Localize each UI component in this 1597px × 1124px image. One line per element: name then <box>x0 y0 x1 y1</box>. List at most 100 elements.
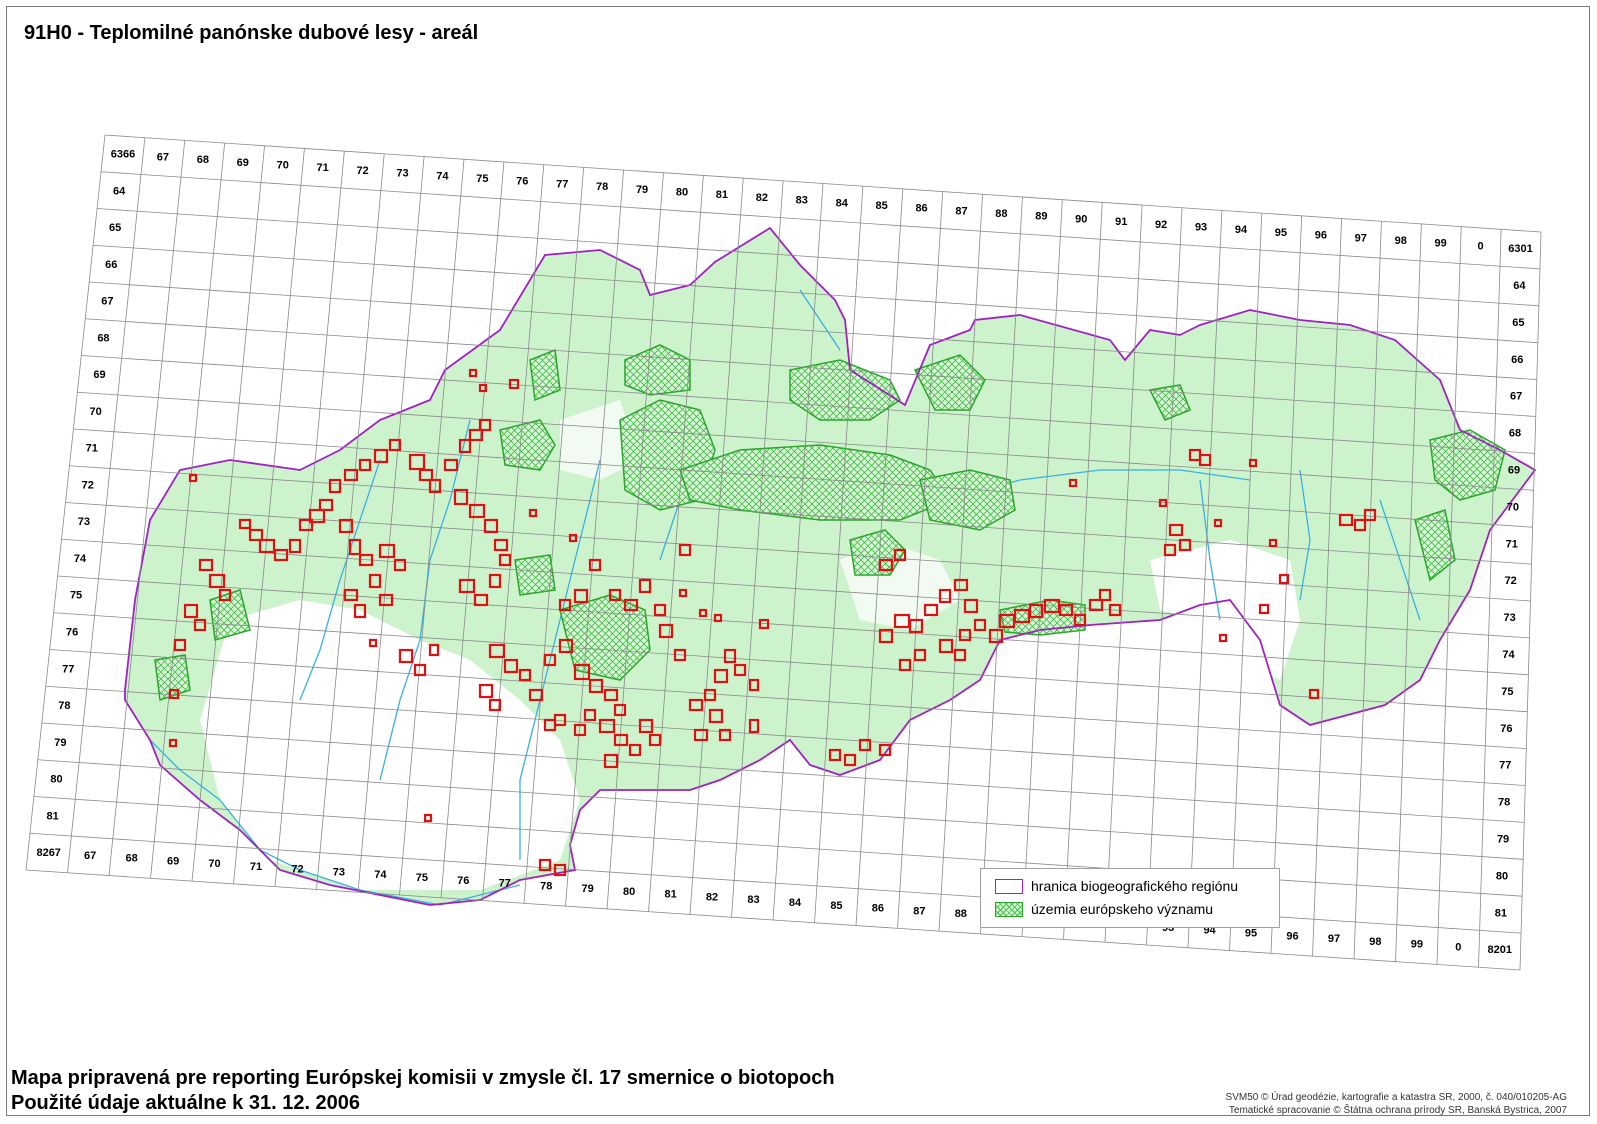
legend-item-boundary: hranica biogeografického regiónu <box>995 877 1238 895</box>
map-canvas: 6366 67 68 69 70 71 72 73 74 75 76 77 78 79 80 81 82 83 84… <box>25 134 1542 971</box>
grid-label-top: 87 <box>955 205 967 217</box>
grid-label-top: 88 <box>995 208 1007 220</box>
grid-label-left: 70 <box>89 406 101 418</box>
grid-label-left: 74 <box>74 553 87 565</box>
grid-label-top: 6301 <box>1508 243 1532 255</box>
grid-label-top: 81 <box>716 189 728 201</box>
grid-label-right: 80 <box>1496 870 1508 882</box>
sites-swatch-icon <box>995 901 1023 917</box>
grid-label-right: 73 <box>1503 612 1515 624</box>
grid-label-left: 66 <box>105 259 117 271</box>
grid-label-bottom: 72 <box>291 864 303 876</box>
grid-label-top: 89 <box>1035 211 1047 223</box>
grid-label-top: 70 <box>277 160 289 172</box>
footer-line-1: Mapa pripravená pre reporting Európskej … <box>11 1067 835 1089</box>
grid-label-left: 72 <box>82 479 94 491</box>
legend-item-sites: územia európskeho významu <box>995 900 1213 918</box>
grid-label-right: 79 <box>1497 833 1509 845</box>
grid-label-left: 81 <box>46 810 58 822</box>
grid-label-bottom: 79 <box>582 883 594 895</box>
grid-label-top: 98 <box>1395 235 1407 247</box>
grid-label-top: 84 <box>836 197 849 209</box>
grid-label-left: 78 <box>58 700 70 712</box>
grid-label-bottom: 77 <box>499 878 511 890</box>
grid-label-bottom: 82 <box>706 891 718 903</box>
grid-label-bottom: 97 <box>1328 933 1340 945</box>
grid-label-top: 0 <box>1478 240 1484 252</box>
grid-label-bottom: 84 <box>789 897 802 909</box>
grid-label-top: 76 <box>516 176 528 188</box>
grid-label-bottom: 70 <box>208 858 220 870</box>
grid-label-right: 70 <box>1507 501 1519 513</box>
grid-label-right: 66 <box>1511 354 1523 366</box>
grid-label-bottom: 95 <box>1245 928 1257 940</box>
grid-label-top: 80 <box>676 186 688 198</box>
grid-label-top: 67 <box>157 151 169 163</box>
grid-label-top: 90 <box>1075 213 1087 225</box>
grid-label-top: 72 <box>356 165 368 177</box>
grid-label-bottom: 88 <box>955 908 967 920</box>
grid-label-top: 97 <box>1355 232 1367 244</box>
grid-line-horizontal <box>25 869 1521 971</box>
grid-label-bottom: 8201 <box>1488 944 1512 956</box>
grid-label-bottom: 86 <box>872 903 884 915</box>
grid-label-top: 73 <box>396 168 408 180</box>
grid-label-right: 78 <box>1498 797 1510 809</box>
grid-label-left: 67 <box>101 296 113 308</box>
legend-sites-label: územia európskeho významu <box>1031 901 1214 917</box>
grid-label-top: 79 <box>636 184 648 196</box>
grid-label-top: 85 <box>876 200 888 212</box>
grid-label-top: 94 <box>1235 224 1248 236</box>
grid-label-right: 81 <box>1495 907 1507 919</box>
legend: hranica biogeografického regiónu územia … <box>980 868 1280 928</box>
grid-label-top: 86 <box>915 203 927 215</box>
grid-label-right: 65 <box>1512 317 1524 329</box>
grid-label-right: 72 <box>1505 575 1517 587</box>
grid-label-bottom: 8267 <box>36 847 60 859</box>
grid-label-top: 69 <box>237 157 249 169</box>
grid-label-top: 93 <box>1195 222 1207 234</box>
grid-label-top: 68 <box>197 154 209 166</box>
grid-label-left: 80 <box>50 774 62 786</box>
grid-label-bottom: 71 <box>250 861 262 873</box>
grid-label-bottom: 67 <box>84 850 96 862</box>
grid-label-top: 91 <box>1115 216 1127 228</box>
grid-label-top: 6366 <box>111 149 135 161</box>
grid-label-bottom: 0 <box>1455 941 1461 953</box>
grid-label-right: 74 <box>1502 649 1515 661</box>
grid-label-left: 68 <box>97 332 109 344</box>
grid-label-left: 79 <box>54 737 66 749</box>
legend-boundary-label: hranica biogeografického regiónu <box>1031 878 1239 894</box>
grid-line-horizontal <box>101 171 1540 270</box>
credits-line-2: Tematické spracovanie © Štátna ochrana p… <box>1228 1105 1567 1116</box>
grid-label-left: 75 <box>70 590 82 602</box>
grid-label-top: 95 <box>1275 227 1287 239</box>
grid-label-left: 77 <box>62 663 74 675</box>
grid-label-right: 68 <box>1509 428 1521 440</box>
footer-note: Mapa pripravená pre reporting Európskej … <box>11 1066 835 1116</box>
grid-label-bottom: 83 <box>747 894 759 906</box>
grid-label-right: 69 <box>1508 464 1520 476</box>
grid-label-bottom: 74 <box>374 869 387 881</box>
grid-label-left: 71 <box>86 443 98 455</box>
grid-label-left: 69 <box>93 369 105 381</box>
grid-label-top: 83 <box>796 195 808 207</box>
grid-label-top: 75 <box>476 173 488 185</box>
grid-label-top: 71 <box>317 162 329 174</box>
grid-label-bottom: 68 <box>125 853 137 865</box>
footer-line-2: Použité údaje aktuálne k 31. 12. 2006 <box>11 1092 361 1114</box>
grid-label-bottom: 96 <box>1286 930 1298 942</box>
grid-label-top: 82 <box>756 192 768 204</box>
grid-label-left: 76 <box>66 627 78 639</box>
grid-label-right: 76 <box>1500 723 1512 735</box>
grid-label-right: 64 <box>1513 280 1526 292</box>
grid-line-horizontal <box>104 134 1542 233</box>
credits: SVM50 © Úrad geodézie, kartografie a kat… <box>1226 1091 1567 1117</box>
grid-label-bottom: 85 <box>830 900 842 912</box>
grid-label-top: 99 <box>1435 238 1447 250</box>
credits-line-1: SVM50 © Úrad geodézie, kartografie a kat… <box>1225 1092 1567 1103</box>
grid-label-bottom: 76 <box>457 875 469 887</box>
grid-label-bottom: 99 <box>1411 939 1423 951</box>
boundary-swatch-icon <box>995 878 1023 894</box>
grid-label-right: 67 <box>1510 391 1522 403</box>
